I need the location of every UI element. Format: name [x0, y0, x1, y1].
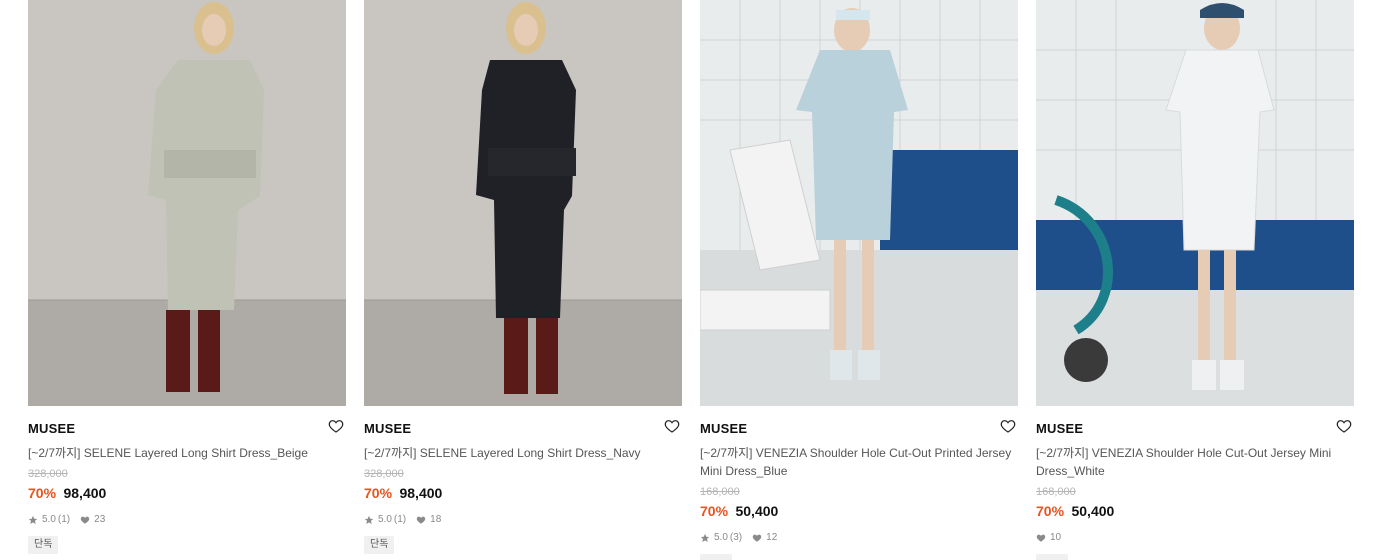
sale-price: 98,400 — [399, 485, 443, 501]
heart-outline-icon[interactable] — [1336, 418, 1352, 434]
review-count: (1) — [393, 514, 407, 525]
product-card[interactable]: MUSEE [~2/7까지] VENEZIA Shoulder Hole Cut… — [700, 0, 1018, 560]
product-image[interactable] — [1036, 0, 1354, 406]
product-title[interactable]: [~2/7까지] VENEZIA Shoulder Hole Cut-Out J… — [1036, 444, 1354, 480]
exclusive-badge: 단독 — [28, 536, 59, 554]
badge-placeholder — [700, 554, 732, 560]
heart-filled-icon — [1036, 534, 1046, 542]
product-card[interactable]: MUSEE [~2/7까지] SELENE Layered Long Shirt… — [364, 0, 682, 560]
heart-outline-icon[interactable] — [1000, 418, 1016, 434]
product-title[interactable]: [~2/7까지] SELENE Layered Long Shirt Dress… — [364, 444, 682, 462]
original-price: 328,000 — [28, 468, 68, 480]
discount-rate: 70% — [700, 503, 729, 519]
badge-placeholder — [1036, 554, 1068, 560]
review-count: (1) — [57, 514, 71, 525]
product-stats: 5.0 (3) 12 — [700, 532, 1018, 544]
rating-value: 5.0 — [42, 514, 56, 525]
brand-name[interactable]: MUSEE — [700, 422, 1018, 436]
product-card[interactable]: MUSEE [~2/7까지] VENEZIA Shoulder Hole Cut… — [1036, 0, 1354, 560]
price-row: 70% 50,400 — [700, 503, 1018, 520]
product-image[interactable] — [700, 0, 1018, 406]
original-price: 168,000 — [700, 486, 740, 498]
discount-rate: 70% — [28, 485, 57, 501]
heart-filled-icon — [80, 516, 90, 524]
sale-price: 50,400 — [1071, 503, 1115, 519]
original-price: 168,000 — [1036, 486, 1076, 498]
star-icon — [28, 515, 38, 524]
price-row: 70% 50,400 — [1036, 503, 1354, 520]
discount-rate: 70% — [364, 485, 393, 501]
product-title[interactable]: [~2/7까지] SELENE Layered Long Shirt Dress… — [28, 444, 346, 462]
original-price: 328,000 — [364, 468, 404, 480]
brand-name[interactable]: MUSEE — [28, 422, 346, 436]
heart-outline-icon[interactable] — [664, 418, 680, 434]
discount-rate: 70% — [1036, 503, 1065, 519]
product-stats: 5.0 (1) 23 — [28, 514, 346, 526]
star-icon — [364, 515, 374, 524]
like-count: 23 — [94, 514, 106, 525]
heart-filled-icon — [416, 516, 426, 524]
product-title[interactable]: [~2/7까지] VENEZIA Shoulder Hole Cut-Out P… — [700, 444, 1018, 480]
product-stats: 10 — [1036, 532, 1354, 544]
sale-price: 50,400 — [735, 503, 779, 519]
product-grid: MUSEE [~2/7까지] SELENE Layered Long Shirt… — [0, 0, 1382, 560]
like-count: 10 — [1050, 532, 1062, 543]
product-image[interactable] — [364, 0, 682, 406]
exclusive-badge: 단독 — [364, 536, 395, 554]
review-count: (3) — [729, 532, 743, 543]
rating-value: 5.0 — [714, 532, 728, 543]
price-row: 70% 98,400 — [28, 485, 346, 502]
rating-value: 5.0 — [378, 514, 392, 525]
star-icon — [700, 533, 710, 542]
heart-filled-icon — [752, 534, 762, 542]
price-row: 70% 98,400 — [364, 485, 682, 502]
brand-name[interactable]: MUSEE — [1036, 422, 1354, 436]
like-count: 12 — [766, 532, 778, 543]
product-image[interactable] — [28, 0, 346, 406]
product-stats: 5.0 (1) 18 — [364, 514, 682, 526]
heart-outline-icon[interactable] — [328, 418, 344, 434]
product-card[interactable]: MUSEE [~2/7까지] SELENE Layered Long Shirt… — [28, 0, 346, 560]
brand-name[interactable]: MUSEE — [364, 422, 682, 436]
like-count: 18 — [430, 514, 442, 525]
sale-price: 98,400 — [63, 485, 107, 501]
